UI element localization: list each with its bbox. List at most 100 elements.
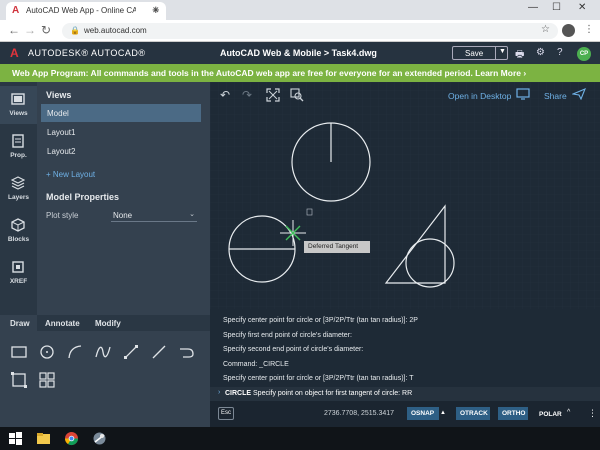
save-divider <box>495 47 496 59</box>
save-label: Save <box>465 49 484 58</box>
tab-modify[interactable]: Modify <box>85 315 125 331</box>
view-item-label: Layout1 <box>47 128 76 137</box>
polyline-tool-icon[interactable] <box>178 343 196 361</box>
otrack-label: OTRACK <box>460 410 488 417</box>
canvas-grid <box>210 82 600 309</box>
rail-label: Blocks <box>7 236 30 243</box>
plot-style-select[interactable]: None ⌄ <box>111 208 197 222</box>
polar-caret-icon[interactable]: ^ <box>567 409 570 416</box>
esc-button[interactable]: Esc <box>218 407 234 420</box>
save-button[interactable]: Save ▼ <box>452 46 508 60</box>
osnap-label: OSNAP <box>411 410 435 417</box>
new-tab-icon[interactable]: + <box>152 2 160 17</box>
move-tool-icon[interactable] <box>122 343 140 361</box>
spline-tool-icon[interactable] <box>94 343 112 361</box>
bookmark-star-icon[interactable]: ☆ <box>541 24 550 35</box>
circle-tool-icon[interactable] <box>38 343 56 361</box>
status-more-icon[interactable]: ⋮ <box>588 408 597 419</box>
tab-label: Modify <box>95 319 121 328</box>
command-prompt: Specify point on object for first tangen… <box>253 390 413 397</box>
table-tool-icon[interactable] <box>10 371 28 389</box>
snipping-tool-icon[interactable] <box>92 431 107 446</box>
history-line: Command: _CIRCLE <box>223 361 289 368</box>
osnap-toggle[interactable]: OSNAP <box>407 407 439 420</box>
rail-item-views[interactable]: Views <box>0 86 37 124</box>
rail-item-layers[interactable]: Layers <box>0 170 37 208</box>
history-line: Specify second end point of circle's dia… <box>223 346 364 353</box>
rail-item-xref[interactable]: XREF <box>0 254 37 292</box>
redo-icon[interactable]: ↷ <box>242 88 252 102</box>
view-item-layout2[interactable]: Layout2 <box>41 142 201 160</box>
command-prompt-chevron-icon: › <box>218 389 221 396</box>
plot-style-label: Plot style <box>46 211 79 220</box>
print-icon[interactable]: 🖶 <box>515 47 524 64</box>
command-name: CIRCLE <box>225 390 252 397</box>
windows-start-icon[interactable] <box>8 431 23 446</box>
model-properties-title: Model Properties <box>46 192 120 202</box>
xref-icon <box>11 260 25 274</box>
new-layout-link[interactable]: + New Layout <box>46 170 95 179</box>
command-line[interactable]: › CIRCLE Specify point on object for fir… <box>210 387 600 401</box>
view-item-layout1[interactable]: Layout1 <box>41 123 201 141</box>
minimize-icon[interactable]: — <box>528 2 538 13</box>
otrack-toggle[interactable]: OTRACK <box>456 407 490 420</box>
file-explorer-icon[interactable] <box>36 431 51 446</box>
plot-style-value: None <box>113 211 133 220</box>
address-bar: ← → ↻ 🔒 web.autocad.com ☆ ⋮ <box>0 20 600 42</box>
share-button[interactable]: Share <box>544 91 567 101</box>
desktop-monitor-icon[interactable] <box>516 88 530 103</box>
banner-message[interactable]: Web App Program: All commands and tools … <box>12 68 526 78</box>
line-tool-icon[interactable] <box>150 343 168 361</box>
rail-item-blocks[interactable]: Blocks <box>0 212 37 250</box>
account-icon[interactable] <box>562 24 575 37</box>
osnap-caret-icon[interactable]: ▲ <box>440 410 446 416</box>
drawing-canvas[interactable]: ↶ ↷ Open in Desktop Share Deferred Tange… <box>210 82 600 309</box>
forward-icon[interactable]: → <box>24 23 36 37</box>
polar-toggle[interactable]: POLAR <box>539 411 562 418</box>
rail-label: Views <box>9 110 28 117</box>
view-item-model[interactable]: Model <box>41 104 201 122</box>
undo-icon[interactable]: ↶ <box>220 88 230 102</box>
browser-tab-title: AutoCAD Web App - Online CAD <box>26 6 136 15</box>
open-in-desktop-link[interactable]: Open in Desktop <box>448 91 511 101</box>
web-app-program-banner: Web App Program: All commands and tools … <box>0 64 600 82</box>
document-title: AutoCAD Web & Mobile > Task4.dwg <box>220 48 377 58</box>
properties-icon <box>11 134 25 148</box>
back-icon[interactable]: ← <box>8 23 20 37</box>
rail-item-properties[interactable]: Prop. <box>0 128 37 166</box>
zoom-window-icon[interactable] <box>290 88 304 105</box>
chevron-down-icon: ⌄ <box>189 211 195 218</box>
brand-name: AUTODESK® AUTOCAD® <box>28 48 146 58</box>
maximize-icon[interactable]: ☐ <box>552 2 561 13</box>
tab-draw[interactable]: Draw <box>0 315 37 331</box>
tab-annotate[interactable]: Annotate <box>37 315 85 331</box>
autocad-favicon-icon: A <box>12 5 20 16</box>
status-bar: Esc 2736.7708, 2515.3417 OSNAP ▲ OTRACK … <box>210 401 600 427</box>
app-header: A AUTODESK® AUTOCAD® AutoCAD Web & Mobil… <box>0 42 600 64</box>
browser-menu-icon[interactable]: ⋮ <box>584 24 594 35</box>
settings-gear-icon[interactable]: ⚙ <box>536 47 545 58</box>
browser-tab[interactable]: A AutoCAD Web App - Online CAD ✕ <box>6 2 166 20</box>
url-field[interactable]: 🔒 web.autocad.com ☆ <box>62 23 558 39</box>
chrome-icon[interactable] <box>64 431 79 446</box>
draw-tools-grid <box>0 331 210 427</box>
lock-icon: 🔒 <box>70 26 80 35</box>
browser-tab-bar: A AutoCAD Web App - Online CAD ✕ + — ☐ ✕ <box>0 0 600 20</box>
user-avatar[interactable]: CP <box>577 47 591 61</box>
help-icon[interactable]: ? <box>557 47 563 58</box>
arc-tool-icon[interactable] <box>66 343 84 361</box>
blocks-icon <box>11 218 25 232</box>
tooltip-text: Deferred Tangent <box>308 243 359 250</box>
zoom-extents-icon[interactable] <box>266 88 280 105</box>
save-dropdown-icon[interactable]: ▼ <box>499 48 506 55</box>
reload-icon[interactable]: ↻ <box>41 23 51 37</box>
history-line: Specify center point for circle or [3P/2… <box>223 375 414 382</box>
close-window-icon[interactable]: ✕ <box>578 2 586 13</box>
rectangle-tool-icon[interactable] <box>10 343 28 361</box>
command-line-text[interactable]: CIRCLE Specify point on object for first… <box>225 390 412 397</box>
block-tool-icon[interactable] <box>38 371 56 389</box>
draw-palette-tabs: Draw Annotate Modify <box>0 315 210 331</box>
ortho-toggle[interactable]: ORTHO <box>498 407 528 420</box>
share-send-icon[interactable] <box>571 87 586 103</box>
command-history: Specify center point for circle or [3P/2… <box>210 309 600 387</box>
